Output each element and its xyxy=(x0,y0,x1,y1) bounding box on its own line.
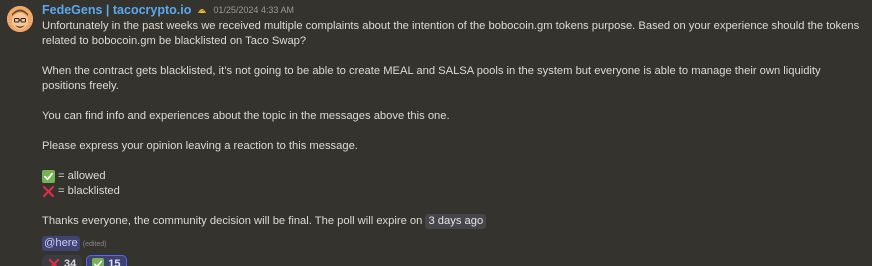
edited-label: (edited) xyxy=(82,241,107,248)
option-allowed-label: = allowed xyxy=(58,170,106,182)
reaction-count: 15 xyxy=(108,257,121,266)
user-avatar[interactable] xyxy=(7,6,33,32)
option-blacklisted: = blacklisted xyxy=(42,184,864,199)
message-content: FedeGens | tacocrypto.io 01/25/2024 4:33… xyxy=(42,2,864,266)
taco-icon xyxy=(198,9,207,14)
expiry-timestamp[interactable]: 3 days ago xyxy=(425,214,487,229)
here-mention[interactable]: @here xyxy=(42,236,80,251)
check-mark-icon xyxy=(42,170,55,183)
message-paragraph: When the contract gets blacklisted, it’s… xyxy=(42,65,821,92)
closing-text: Thanks everyone, the community decision … xyxy=(42,215,426,227)
message-paragraph: Please express your opinion leaving a re… xyxy=(42,140,358,152)
cross-mark-icon xyxy=(48,258,60,266)
reaction-cross[interactable]: 34 xyxy=(42,255,83,266)
message-timestamp: 01/25/2024 4:33 AM xyxy=(213,5,294,15)
message-paragraph: You can find info and experiences about … xyxy=(42,110,450,122)
check-mark-icon xyxy=(92,257,105,266)
mention-line: @here (edited) xyxy=(42,236,864,252)
closing-paragraph: Thanks everyone, the community decision … xyxy=(42,214,864,229)
username[interactable]: FedeGens | tacocrypto.io xyxy=(42,3,191,17)
chat-message: FedeGens | tacocrypto.io 01/25/2024 4:33… xyxy=(0,0,872,266)
message-header: FedeGens | tacocrypto.io 01/25/2024 4:33… xyxy=(42,2,864,18)
message-paragraph: Unfortunately in the past weeks we recei… xyxy=(42,20,860,47)
option-allowed: = allowed xyxy=(42,169,864,184)
option-blacklisted-label: = blacklisted xyxy=(58,185,120,197)
reaction-check[interactable]: 15 xyxy=(86,255,127,266)
poll-options: = allowed = blacklisted xyxy=(42,169,864,199)
message-body: Unfortunately in the past weeks we recei… xyxy=(42,19,864,252)
cross-mark-icon xyxy=(42,185,55,198)
reaction-count: 34 xyxy=(64,257,77,266)
reactions-bar: 34 15 xyxy=(42,255,864,266)
